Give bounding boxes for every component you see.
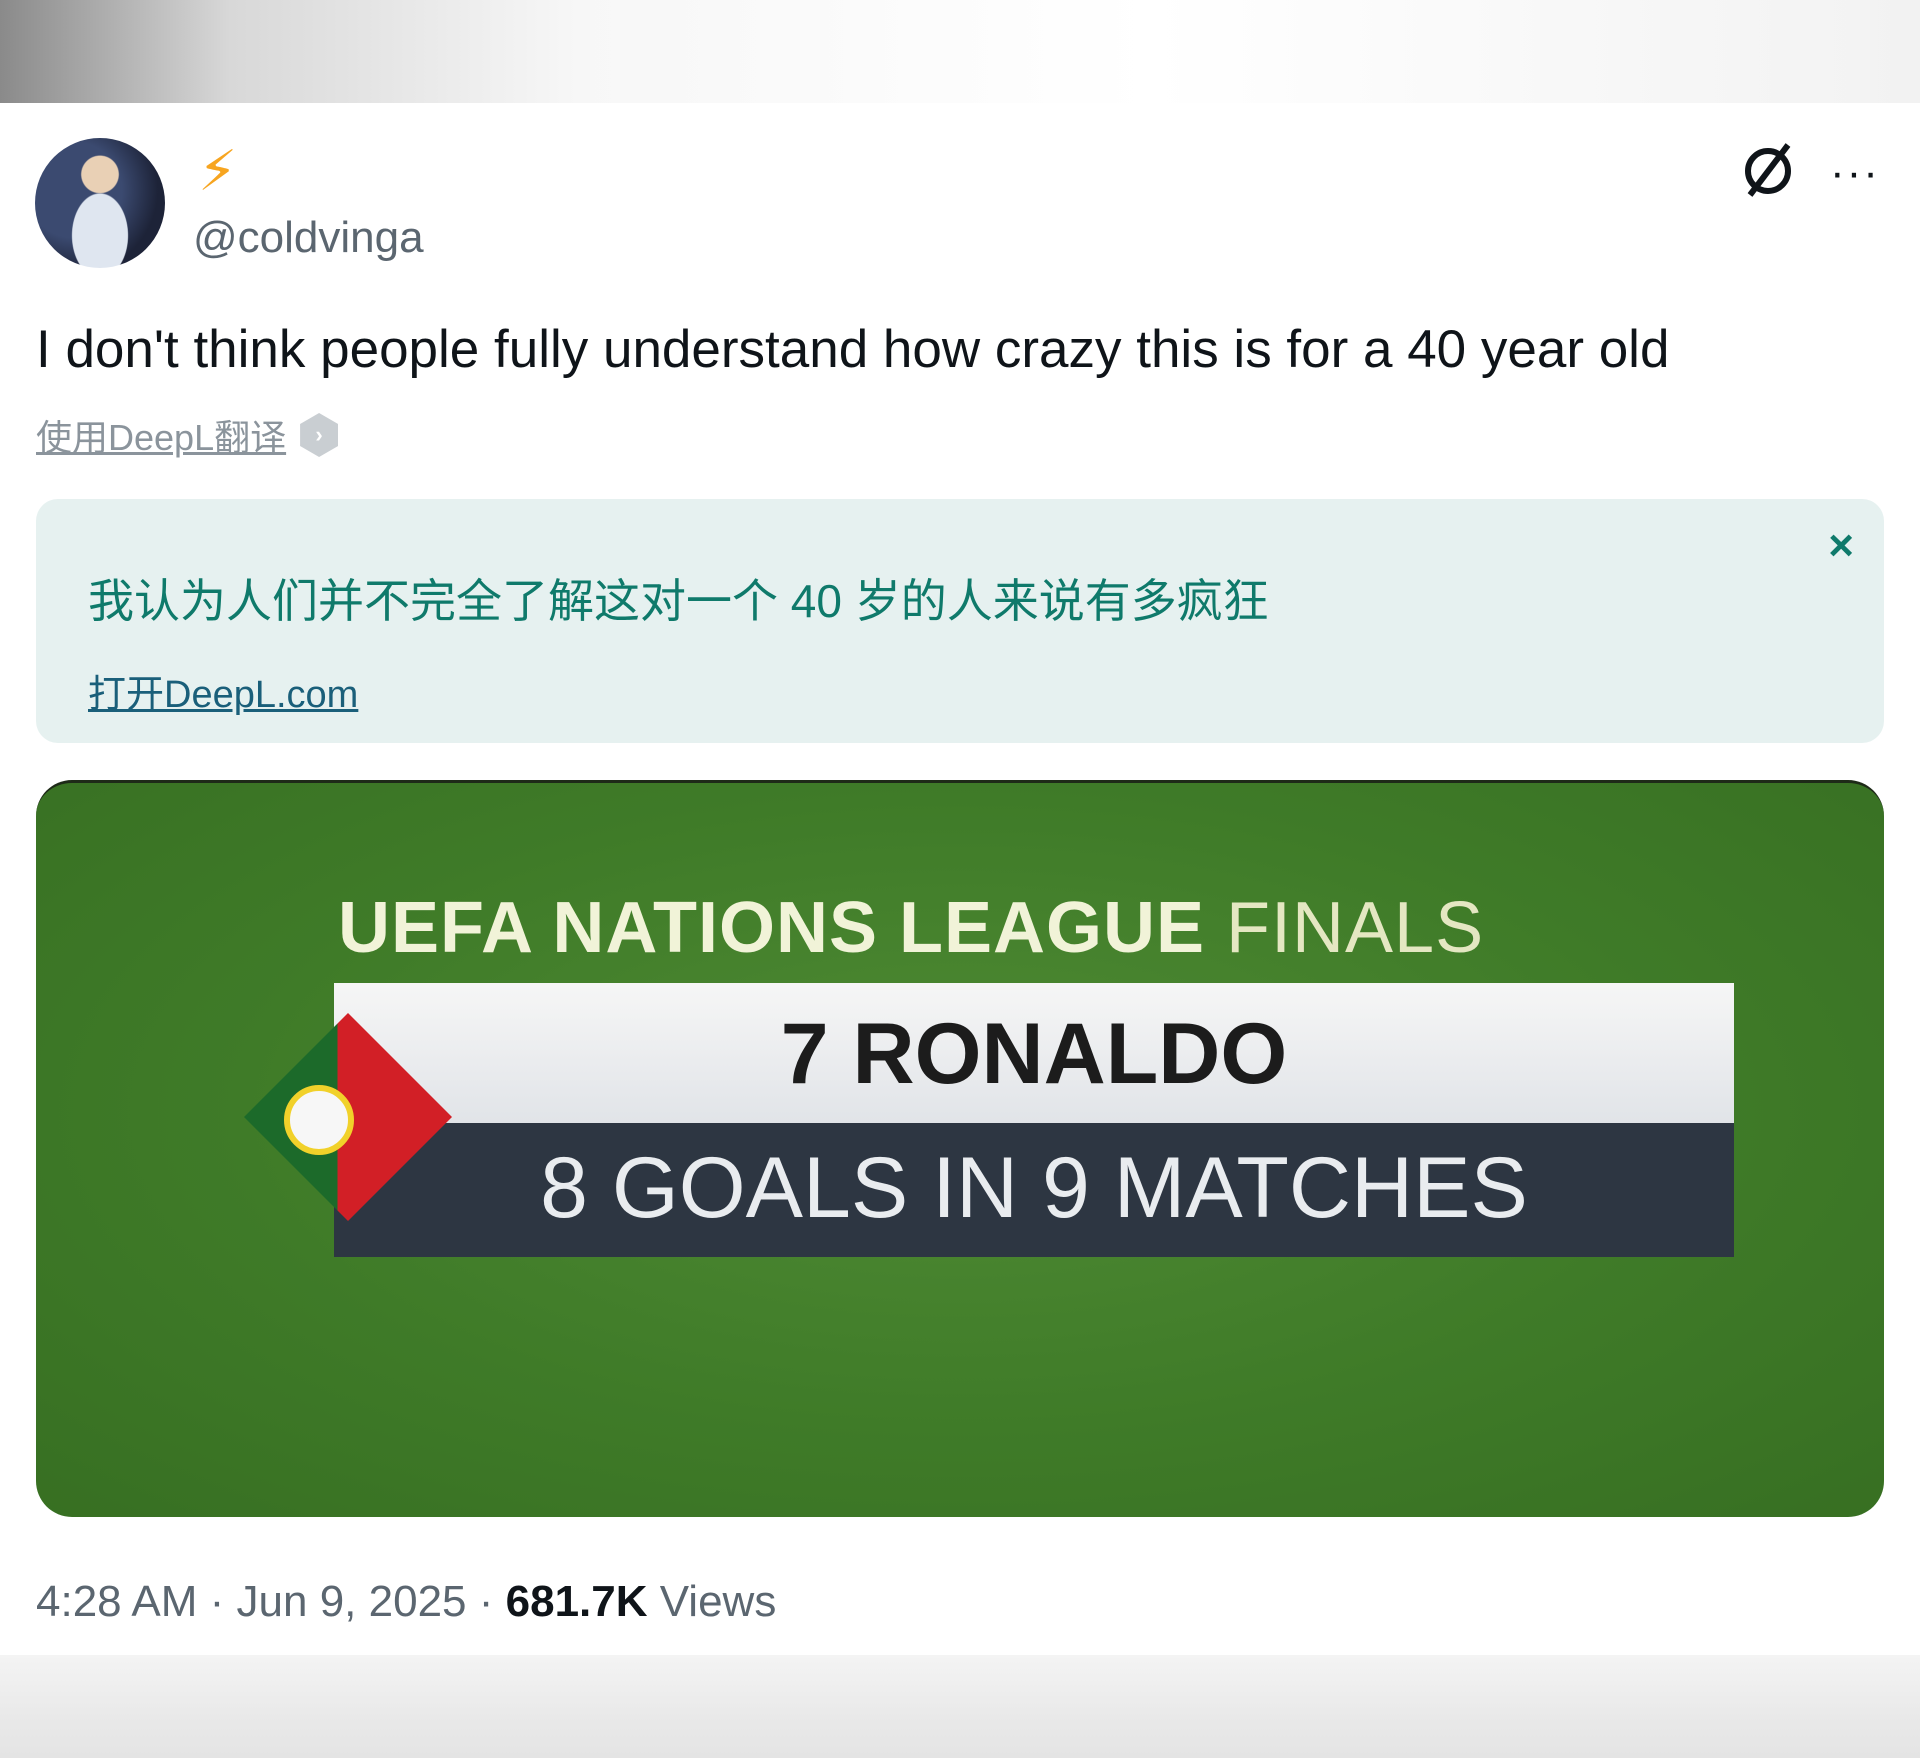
background-blur-bottom — [0, 1655, 1920, 1758]
translation-panel: × 我认为人们并不完全了解这对一个 40 岁的人来说有多疯狂 打开DeepL.c… — [36, 499, 1884, 743]
tweet-time[interactable]: 4:28 AM — [36, 1577, 197, 1626]
meta-separator: · — [197, 1577, 237, 1626]
player-stat: 8 GOALS IN 9 MATCHES — [540, 1140, 1528, 1236]
player-stat-bar: 8 GOALS IN 9 MATCHES — [334, 1123, 1734, 1257]
author-avatar[interactable] — [35, 138, 165, 268]
tweet-card: ⚡ @coldvinga ··· I don't think people fu… — [0, 103, 1920, 1655]
tweet-date[interactable]: Jun 9, 2025 — [237, 1577, 467, 1626]
author-badge: ⚡ — [198, 139, 238, 202]
background-blur-top — [0, 0, 1920, 103]
tweet-meta: 4:28 AM · Jun 9, 2025 · 681.7K Views — [36, 1577, 776, 1627]
player-name: 7 RONALDO — [780, 1006, 1288, 1102]
meta-separator-2: · — [466, 1577, 506, 1626]
close-icon[interactable]: × — [1828, 521, 1854, 571]
deepl-icon: › — [300, 413, 339, 457]
more-icon[interactable]: ··· — [1830, 151, 1880, 195]
flag-seal — [284, 1085, 354, 1155]
translated-text: 我认为人们并不完全了解这对一个 40 岁的人来说有多疯狂 — [88, 575, 1269, 627]
open-deepl-link[interactable]: 打开DeepL.com — [88, 663, 358, 718]
media-headline-main: UEFA NATIONS LEAGUE — [338, 888, 1227, 968]
media-headline: UEFA NATIONS LEAGUE FINALS — [338, 887, 1484, 969]
views-label: Views — [659, 1577, 777, 1626]
media-headline-tail: FINALS — [1226, 888, 1485, 968]
views-count: 681.7K — [505, 1577, 648, 1626]
player-name-bar: 7 RONALDO — [334, 983, 1734, 1123]
translate-with-deepl-link[interactable]: 使用DeepL翻译 — [36, 409, 286, 461]
grok-icon[interactable] — [1738, 141, 1798, 201]
author-handle[interactable]: @coldvinga — [193, 213, 424, 263]
translate-row: 使用DeepL翻译 › — [36, 409, 339, 461]
tweet-text: I don't think people fully understand ho… — [36, 320, 1670, 379]
tweet-media-image[interactable]: UEFA NATIONS LEAGUE FINALS 7 RONALDO 8 G… — [36, 780, 1884, 1517]
